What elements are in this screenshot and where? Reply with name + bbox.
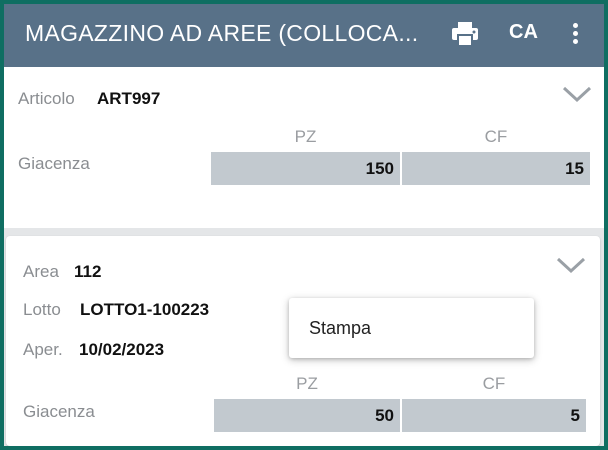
printer-icon[interactable] <box>450 20 480 48</box>
page-title: MAGAZZINO AD AREE (COLLOCA... <box>25 20 419 46</box>
column-header-cf: CF <box>482 374 506 393</box>
opening-label: Aper. <box>23 340 63 359</box>
lot-value: LOTTO1-100223 <box>80 300 210 319</box>
article-card: Articolo ART997 PZ CF Giacenza 150 15 <box>4 67 604 228</box>
chevron-down-icon[interactable] <box>556 256 586 274</box>
stock-label: Giacenza <box>23 402 95 421</box>
app-bar: MAGAZZINO AD AREE (COLLOCA... CA <box>4 4 604 67</box>
article-value: ART997 <box>97 89 161 108</box>
stock-label: Giacenza <box>18 154 90 173</box>
chevron-down-icon[interactable] <box>562 85 592 103</box>
app-window: MAGAZZINO AD AREE (COLLOCA... CA Articol… <box>4 4 604 446</box>
opening-value: 10/02/2023 <box>79 340 165 359</box>
article-label: Articolo <box>18 89 75 108</box>
stock-pz-value: 150 <box>211 152 400 185</box>
menu-item-label: Stampa <box>309 318 372 338</box>
lot-label: Lotto <box>23 300 61 319</box>
column-header-pz: PZ <box>294 127 317 146</box>
area-value: 112 <box>74 262 102 281</box>
ca-button[interactable]: CA <box>509 21 538 44</box>
popup-menu: Stampa <box>289 298 534 358</box>
stock-pz-value: 50 <box>214 399 400 432</box>
menu-item-stampa[interactable]: Stampa <box>289 298 534 358</box>
stock-cf-value: 5 <box>402 399 586 432</box>
column-header-pz: PZ <box>296 374 318 393</box>
column-header-cf: CF <box>484 127 508 146</box>
area-label: Area <box>23 262 59 281</box>
more-vert-icon[interactable] <box>566 19 584 49</box>
stock-cf-value: 15 <box>402 152 590 185</box>
